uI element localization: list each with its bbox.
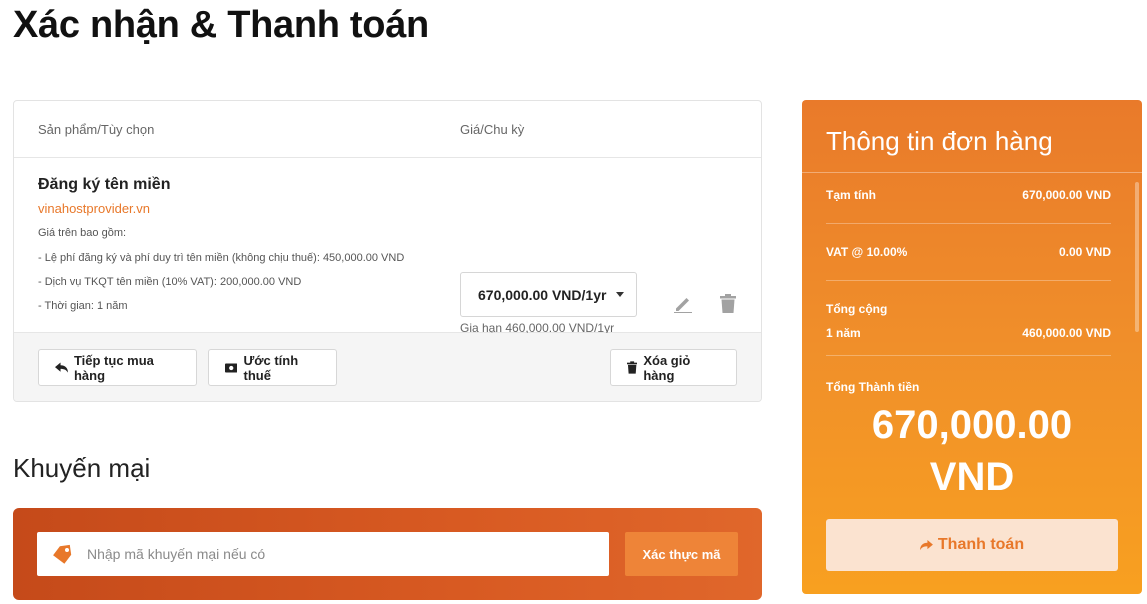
money-bill-icon [225,363,238,372]
promo-bar: Xác thực mã [13,508,762,600]
total-amount: 670,000.00 [871,403,1073,447]
item-domain: vinahostprovider.vn [38,201,151,216]
checkout-label: Thanh toán [937,536,1025,553]
trash-icon [720,293,736,313]
continue-shopping-label: Tiếp tục mua hàng [73,352,154,383]
promo-code-input[interactable] [87,546,557,562]
promo-input-wrapper [37,532,609,576]
item-detail-line: Giá trên bao gồm: [38,227,127,239]
cart-actions: Tiếp tục mua hàng Ước tính thuế Xóa giỏ … [14,333,761,401]
total-currency: VND [929,455,1015,499]
caret-down-icon [616,292,625,297]
total-label: Tổng Thành tiền [826,380,920,394]
empty-cart-label: Xóa giỏ hàng [643,352,691,383]
tag-icon [51,544,73,564]
item-detail-line: - Thời gian: 1 năm [38,300,128,312]
summary-row-subtotal: Tạm tính 670,000.00 VND [826,188,1111,202]
recurring-value: 460,000.00 VND [1022,326,1111,340]
cart-item: Đăng ký tên miền vinahostprovider.vn Giá… [14,158,761,335]
trash-icon [627,361,638,374]
subtotal-label: Tạm tính [826,188,876,202]
recurring-label: Tổng cộng [826,302,888,316]
promo-heading: Khuyến mại [13,453,151,483]
cart-card: Sản phẩm/Tùy chọn Giá/Chu kỳ Đăng ký tên… [13,100,762,402]
divider [826,280,1111,281]
summary-row-recurring: 1 năm 460,000.00 VND [826,326,1111,340]
divider [826,355,1111,356]
estimate-tax-button[interactable]: Ước tính thuế [208,349,337,386]
billing-cycle-select[interactable]: 670,000.00 VND/1yr [460,272,637,317]
reply-arrow-icon [55,361,68,373]
continue-shopping-button[interactable]: Tiếp tục mua hàng [38,349,197,386]
item-detail-line: - Dịch vụ TKQT tên miền (10% VAT): 200,0… [38,276,302,288]
column-header-price: Giá/Chu kỳ [460,122,525,137]
delete-item-button[interactable] [717,292,739,314]
divider [802,172,1142,173]
validate-code-button[interactable]: Xác thực mã [625,532,738,576]
vat-value: 0.00 VND [1058,245,1111,259]
item-detail-line: - Lệ phí đăng ký và phí duy trì tên miền… [38,252,405,264]
summary-row-vat: VAT @ 10.00% 0.00 VND [826,245,1111,259]
column-header-product: Sản phẩm/Tùy chọn [38,122,155,137]
summary-row-recurring-label: Tổng cộng [826,302,1111,316]
estimate-tax-label: Ước tính thuế [243,352,299,383]
recurring-period: 1 năm [826,326,861,340]
billing-cycle-value: 670,000.00 VND/1yr [478,286,607,303]
share-arrow-icon [919,539,933,550]
subtotal-value: 670,000.00 VND [1022,188,1111,202]
edit-item-button[interactable] [672,292,694,314]
summary-title: Thông tin đơn hàng [826,126,1053,156]
pencil-icon [674,298,692,313]
empty-cart-button[interactable]: Xóa giỏ hàng [610,349,737,386]
vat-label: VAT @ 10.00% [826,245,908,259]
cart-header: Sản phẩm/Tùy chọn Giá/Chu kỳ [14,101,761,158]
page-title: Xác nhận & Thanh toán [13,4,429,46]
checkout-button[interactable]: Thanh toán [826,519,1118,571]
divider [826,223,1111,224]
summary-scrollbar[interactable] [1135,182,1139,332]
item-title: Đăng ký tên miền [38,176,171,193]
order-summary: Thông tin đơn hàng Tạm tính 670,000.00 V… [802,100,1142,594]
